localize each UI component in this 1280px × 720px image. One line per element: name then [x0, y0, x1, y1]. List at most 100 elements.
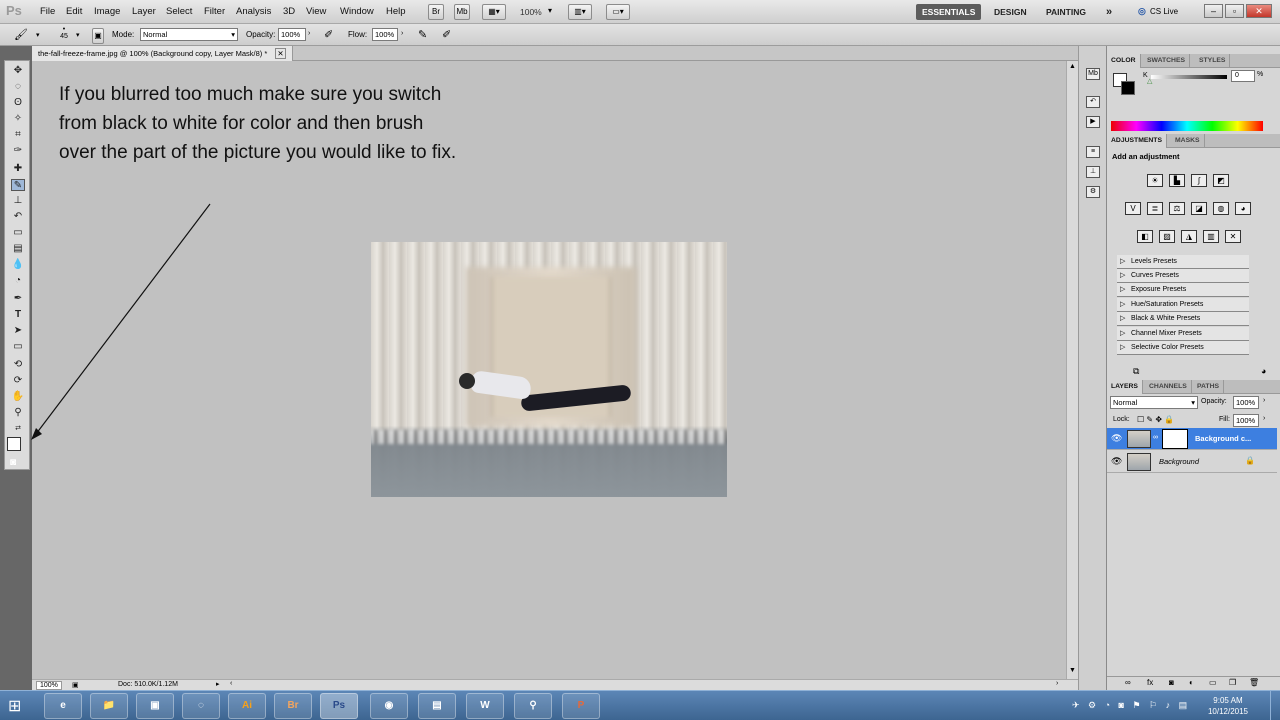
layer-name[interactable]: Background c...: [1195, 434, 1251, 443]
flow-field[interactable]: 100%: [372, 28, 398, 41]
taskbar-photoshop[interactable]: Ps: [320, 693, 358, 719]
3d-rotate-tool-icon[interactable]: ⟲: [11, 359, 25, 371]
tab-adjustments[interactable]: ADJUSTMENTS: [1107, 134, 1167, 148]
tab-paths[interactable]: PATHS: [1193, 380, 1225, 394]
shape-tool-icon[interactable]: ▭: [11, 341, 25, 353]
history-icon[interactable]: ↶: [1086, 96, 1100, 108]
taskbar-clock[interactable]: 9:05 AM 10/12/2015: [1208, 695, 1248, 717]
channel-mixer-icon[interactable]: ◕: [1235, 202, 1251, 215]
eraser-tool-icon[interactable]: ▭: [11, 227, 25, 239]
taskbar-app[interactable]: ◌: [182, 693, 220, 719]
cs-live-label[interactable]: CS Live: [1150, 7, 1178, 16]
preset-hue-saturation[interactable]: Hue/Saturation Presets: [1117, 298, 1249, 312]
preset-black-white[interactable]: Black & White Presets: [1117, 312, 1249, 326]
photo-filter-icon[interactable]: ◍: [1213, 202, 1229, 215]
fill-slider-icon[interactable]: ›: [1263, 415, 1265, 422]
tab-layers[interactable]: LAYERS: [1107, 380, 1143, 394]
brush-tool-icon[interactable]: ✎: [11, 179, 25, 191]
tab-color[interactable]: COLOR: [1107, 54, 1141, 68]
quick-selection-tool-icon[interactable]: ✧: [11, 113, 25, 125]
zoom-level[interactable]: 100%: [520, 7, 542, 17]
lock-icons[interactable]: ☐ ✎ ✥ 🔒: [1137, 415, 1174, 424]
clone-source-icon[interactable]: ⊥: [1086, 166, 1100, 178]
menu-analysis[interactable]: Analysis: [236, 6, 271, 17]
dodge-tool-icon[interactable]: ◔: [11, 275, 25, 287]
tab-swatches[interactable]: SWATCHES: [1143, 54, 1191, 68]
color-spectrum[interactable]: [1111, 121, 1263, 131]
workspace-more-icon[interactable]: »: [1100, 4, 1118, 20]
layer-name[interactable]: Background: [1159, 457, 1199, 466]
fill-field[interactable]: 100%: [1233, 414, 1259, 427]
type-tool-icon[interactable]: T: [11, 309, 25, 321]
vertical-scrollbar[interactable]: ▲ ▼: [1066, 61, 1078, 679]
pressure-size-icon[interactable]: ✐: [442, 28, 451, 41]
workspace-design[interactable]: DESIGN: [988, 4, 1033, 20]
brush-presets-icon[interactable]: ≡: [1086, 146, 1100, 158]
color-balance-icon[interactable]: ⚖: [1169, 202, 1185, 215]
invert-icon[interactable]: ◧: [1137, 230, 1153, 243]
adjustment-options-icon[interactable]: ◕: [1261, 366, 1266, 376]
healing-brush-tool-icon[interactable]: ✚: [11, 163, 25, 175]
start-button-icon[interactable]: ⊞: [8, 696, 21, 716]
cs-live-icon[interactable]: ◎: [1138, 6, 1146, 17]
menu-file[interactable]: File: [40, 6, 55, 17]
brush-preset-picker[interactable]: • 45: [58, 26, 70, 40]
brightness-contrast-icon[interactable]: ☀: [1147, 174, 1163, 187]
document-image[interactable]: [371, 242, 727, 497]
scroll-up-icon[interactable]: ▲: [1069, 63, 1076, 70]
opacity-field[interactable]: 100%: [278, 28, 306, 41]
layer-opacity-slider-icon[interactable]: ›: [1263, 397, 1265, 404]
airbrush-icon[interactable]: ✎: [418, 28, 427, 41]
brush-panel-toggle-icon[interactable]: ▣: [92, 28, 104, 44]
tab-masks[interactable]: MASKS: [1171, 134, 1205, 148]
status-zoom[interactable]: 100%: [36, 681, 62, 690]
color-slider[interactable]: [1151, 75, 1227, 79]
preset-exposure[interactable]: Exposure Presets: [1117, 283, 1249, 297]
actions-icon[interactable]: ▶: [1086, 116, 1100, 128]
path-selection-tool-icon[interactable]: ➤: [11, 325, 25, 337]
mode-select[interactable]: Normal ▾: [140, 28, 238, 41]
taskbar-bridge[interactable]: Br: [274, 693, 312, 719]
taskbar-illustrator[interactable]: Ai: [228, 693, 266, 719]
history-brush-tool-icon[interactable]: ↶: [11, 211, 25, 223]
menu-edit[interactable]: Edit: [66, 6, 82, 17]
show-desktop-button[interactable]: [1270, 691, 1280, 720]
selective-color-icon[interactable]: ✕: [1225, 230, 1241, 243]
visibility-eye-icon[interactable]: 👁: [1111, 433, 1122, 444]
restore-button[interactable]: ▫: [1225, 4, 1244, 18]
menu-view[interactable]: View: [306, 6, 326, 17]
gradient-tool-icon[interactable]: ▤: [11, 243, 25, 255]
minimize-button[interactable]: –: [1204, 4, 1223, 18]
blend-mode-select[interactable]: Normal ▾: [1110, 396, 1198, 409]
taskbar-word[interactable]: W: [466, 693, 504, 719]
pen-tool-icon[interactable]: ✒: [11, 293, 25, 305]
eyedropper-tool-icon[interactable]: ✑: [11, 145, 25, 157]
taskbar-chrome[interactable]: ◉: [370, 693, 408, 719]
mini-bridge-icon[interactable]: Mb: [1086, 68, 1100, 80]
opacity-slider-icon[interactable]: ›: [308, 30, 310, 37]
taskbar-ie[interactable]: e: [44, 693, 82, 719]
crop-tool-icon[interactable]: ⌗: [11, 129, 25, 141]
menu-select[interactable]: Select: [166, 6, 192, 17]
levels-icon[interactable]: ▙: [1169, 174, 1185, 187]
hand-tool-icon[interactable]: ✋: [11, 391, 25, 403]
system-tray-icons[interactable]: ✈ ⚙ ◔ ◙ ⚑ ⚐ ♪ ▤: [1072, 700, 1190, 711]
gradient-map-icon[interactable]: ▥: [1203, 230, 1219, 243]
screen-mode-icon[interactable]: ▭▾: [606, 4, 630, 20]
mask-link-icon[interactable]: ∞: [1153, 434, 1158, 441]
link-layers-icon[interactable]: ∞: [1125, 678, 1131, 687]
preset-levels[interactable]: Levels Presets: [1117, 255, 1249, 269]
layer-row-background-copy[interactable]: 👁 ∞ Background c...: [1107, 428, 1277, 450]
workspace-painting[interactable]: PAINTING: [1040, 4, 1092, 20]
menu-help[interactable]: Help: [386, 6, 406, 17]
layer-opacity-field[interactable]: 100%: [1233, 396, 1259, 409]
preset-curves[interactable]: Curves Presets: [1117, 269, 1249, 283]
color-slider-thumb-icon[interactable]: △: [1147, 77, 1152, 85]
move-tool-icon[interactable]: ✥: [11, 65, 25, 77]
menu-filter[interactable]: Filter: [204, 6, 225, 17]
taskbar-remote[interactable]: ▤: [418, 693, 456, 719]
exposure-icon[interactable]: ◩: [1213, 174, 1229, 187]
new-adjustment-icon[interactable]: ◐: [1189, 678, 1194, 687]
arrange-documents-icon[interactable]: ▥▾: [568, 4, 592, 20]
color-value-field[interactable]: 0: [1231, 70, 1255, 82]
